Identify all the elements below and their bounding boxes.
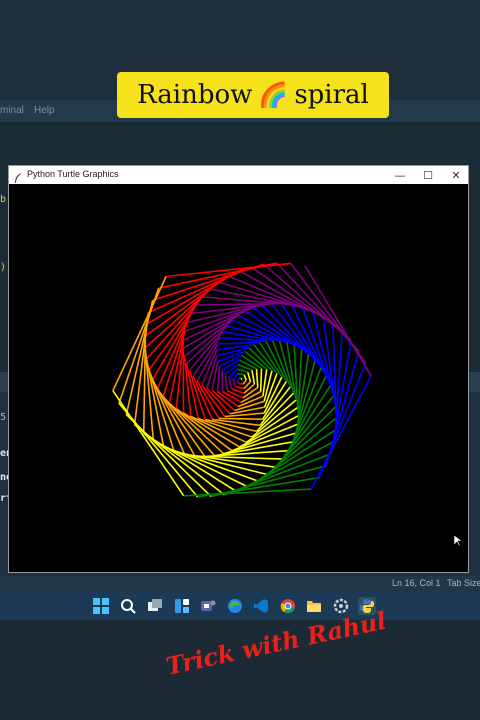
editor-statusbar: Ln 16, Col 1 Tab Size: xyxy=(0,576,480,592)
spiral-segment xyxy=(259,368,263,392)
maximize-button[interactable]: ☐ xyxy=(420,167,436,183)
spiral-segment xyxy=(185,325,228,365)
close-button[interactable]: ✕ xyxy=(448,167,464,183)
spiral-segment xyxy=(240,377,243,380)
tab-size[interactable]: Tab Size: xyxy=(447,578,480,588)
turtle-graphics-window[interactable]: Python Turtle Graphics — ☐ ✕ xyxy=(8,165,469,573)
spiral-segment xyxy=(258,341,283,378)
spiral-segment xyxy=(237,372,245,376)
spiral-segment xyxy=(166,262,291,278)
spiral-segment xyxy=(251,369,256,385)
spiral-segment xyxy=(246,371,252,382)
chrome-icon[interactable] xyxy=(279,597,297,615)
spiral-segment xyxy=(228,377,233,390)
minimize-button[interactable]: — xyxy=(392,167,408,183)
edge-icon[interactable] xyxy=(226,597,244,615)
spiral-segment xyxy=(232,378,237,387)
spiral-segment xyxy=(112,276,167,392)
windows-start-icon[interactable] xyxy=(92,597,110,615)
vscode-icon[interactable] xyxy=(252,597,270,615)
task-view-icon[interactable] xyxy=(146,597,164,615)
search-icon[interactable] xyxy=(119,597,137,615)
spiral-segment xyxy=(217,341,260,345)
terminal-fragment: 5 xyxy=(0,412,7,423)
video-title-banner: Rainbow 🌈 spiral xyxy=(117,72,389,118)
windows-taskbar xyxy=(0,592,480,620)
code-fragment: ) xyxy=(0,262,7,273)
spiral-segment xyxy=(224,374,229,391)
teams-chat-icon[interactable] xyxy=(199,597,217,615)
spiral-segment xyxy=(236,377,240,381)
rainbow-spiral-drawing xyxy=(112,262,372,498)
menu-terminal[interactable]: minal xyxy=(0,105,24,116)
turtle-canvas[interactable] xyxy=(9,184,468,572)
rainbow-emoji-icon: 🌈 xyxy=(258,81,289,109)
spiral-segment xyxy=(238,382,244,385)
window-titlebar[interactable]: Python Turtle Graphics — ☐ ✕ xyxy=(9,166,468,185)
mouse-cursor-icon xyxy=(453,532,463,551)
spiral-segment xyxy=(255,368,259,388)
menu-help[interactable]: Help xyxy=(34,105,55,116)
spiral-segment xyxy=(243,374,247,381)
file-explorer-icon[interactable] xyxy=(305,597,323,615)
banner-text-spiral: spiral xyxy=(294,80,369,110)
spiral-segment xyxy=(242,379,247,385)
spiral-segment xyxy=(235,385,245,390)
spiral-segment xyxy=(183,488,312,497)
spiral-segment xyxy=(204,449,289,458)
spiral-segment xyxy=(231,388,245,394)
spiral-segment xyxy=(201,384,226,417)
spiral-segment xyxy=(236,368,248,373)
spiral-segment xyxy=(236,380,240,384)
spiral-segment xyxy=(232,373,239,380)
spiral-segment xyxy=(216,366,221,392)
spiral-segment xyxy=(168,331,186,404)
banner-text-rainbow: Rainbow xyxy=(137,80,253,110)
window-title: Python Turtle Graphics xyxy=(27,169,119,179)
spiral-segment xyxy=(218,417,263,420)
widgets-icon[interactable] xyxy=(173,597,191,615)
cursor-position[interactable]: Ln 16, Col 1 xyxy=(392,578,441,588)
